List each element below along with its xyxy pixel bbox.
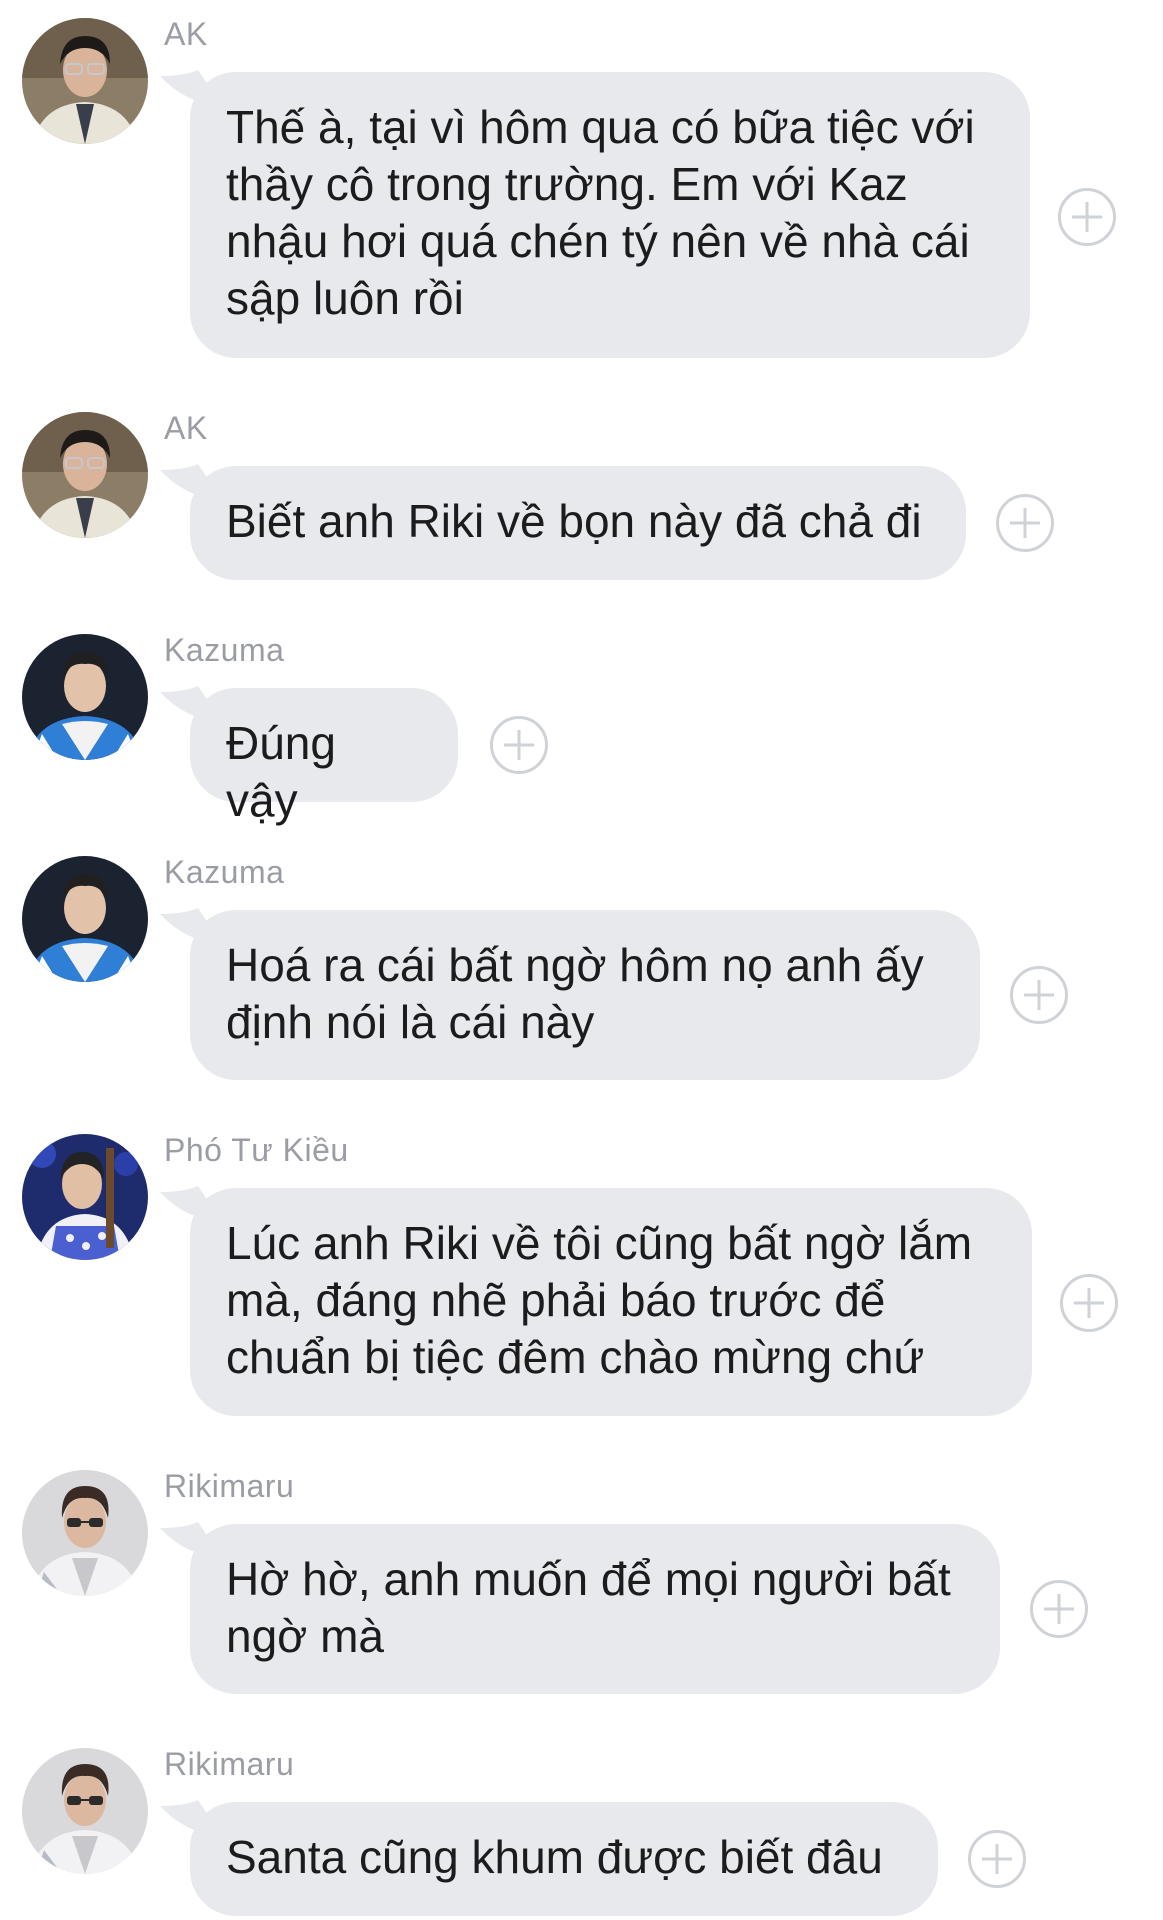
avatar[interactable] <box>22 634 148 760</box>
plus-circle-icon[interactable] <box>996 494 1054 552</box>
plus-circle-icon[interactable] <box>968 1830 1026 1888</box>
message-bubble[interactable]: Santa cũng khum được biết đâu <box>190 1802 938 1916</box>
avatar-ak-icon <box>22 412 148 538</box>
message-bubble[interactable]: Đúng vậy <box>190 688 458 826</box>
message-bubble[interactable]: Lúc anh Riki về tôi cũng bất ngờ lắm mà,… <box>190 1188 1032 1416</box>
sender-name: Phó Tư Kiều <box>164 1132 349 1168</box>
plus-circle-icon[interactable] <box>490 716 548 774</box>
avatar[interactable] <box>22 856 148 982</box>
plus-circle-icon[interactable] <box>1030 1580 1088 1638</box>
plus-circle-icon[interactable] <box>1060 1274 1118 1332</box>
avatar[interactable] <box>22 1470 148 1596</box>
sender-name: AK <box>164 16 208 52</box>
sender-name: Rikimaru <box>164 1746 295 1782</box>
avatar-pho-tu-kieu-icon <box>22 1134 148 1260</box>
message-bubble[interactable]: Hoá ra cái bất ngờ hôm nọ anh ấy định nó… <box>190 910 980 1080</box>
avatar-kazuma-icon <box>22 634 148 760</box>
avatar[interactable] <box>22 18 148 144</box>
plus-circle-icon[interactable] <box>1058 188 1116 246</box>
message-bubble[interactable]: Biết anh Riki về bọn này đã chả đi <box>190 466 966 580</box>
avatar-rikimaru-icon <box>22 1748 148 1874</box>
avatar-rikimaru-icon <box>22 1470 148 1596</box>
sender-name: Rikimaru <box>164 1468 295 1504</box>
avatar[interactable] <box>22 1134 148 1260</box>
chat-thread: AK Thế à, tại vì hôm qua có bữa tiệc với… <box>0 0 1163 1920</box>
sender-name: Kazuma <box>164 632 285 668</box>
sender-name: Kazuma <box>164 854 285 890</box>
sender-name: AK <box>164 410 208 446</box>
avatar-ak-icon <box>22 18 148 144</box>
message-bubble[interactable]: Hờ hờ, anh muốn để mọi người bất ngờ mà <box>190 1524 1000 1694</box>
avatar[interactable] <box>22 412 148 538</box>
avatar[interactable] <box>22 1748 148 1874</box>
plus-circle-icon[interactable] <box>1010 966 1068 1024</box>
avatar-kazuma-icon <box>22 856 148 982</box>
message-bubble[interactable]: Thế à, tại vì hôm qua có bữa tiệc với th… <box>190 72 1030 358</box>
